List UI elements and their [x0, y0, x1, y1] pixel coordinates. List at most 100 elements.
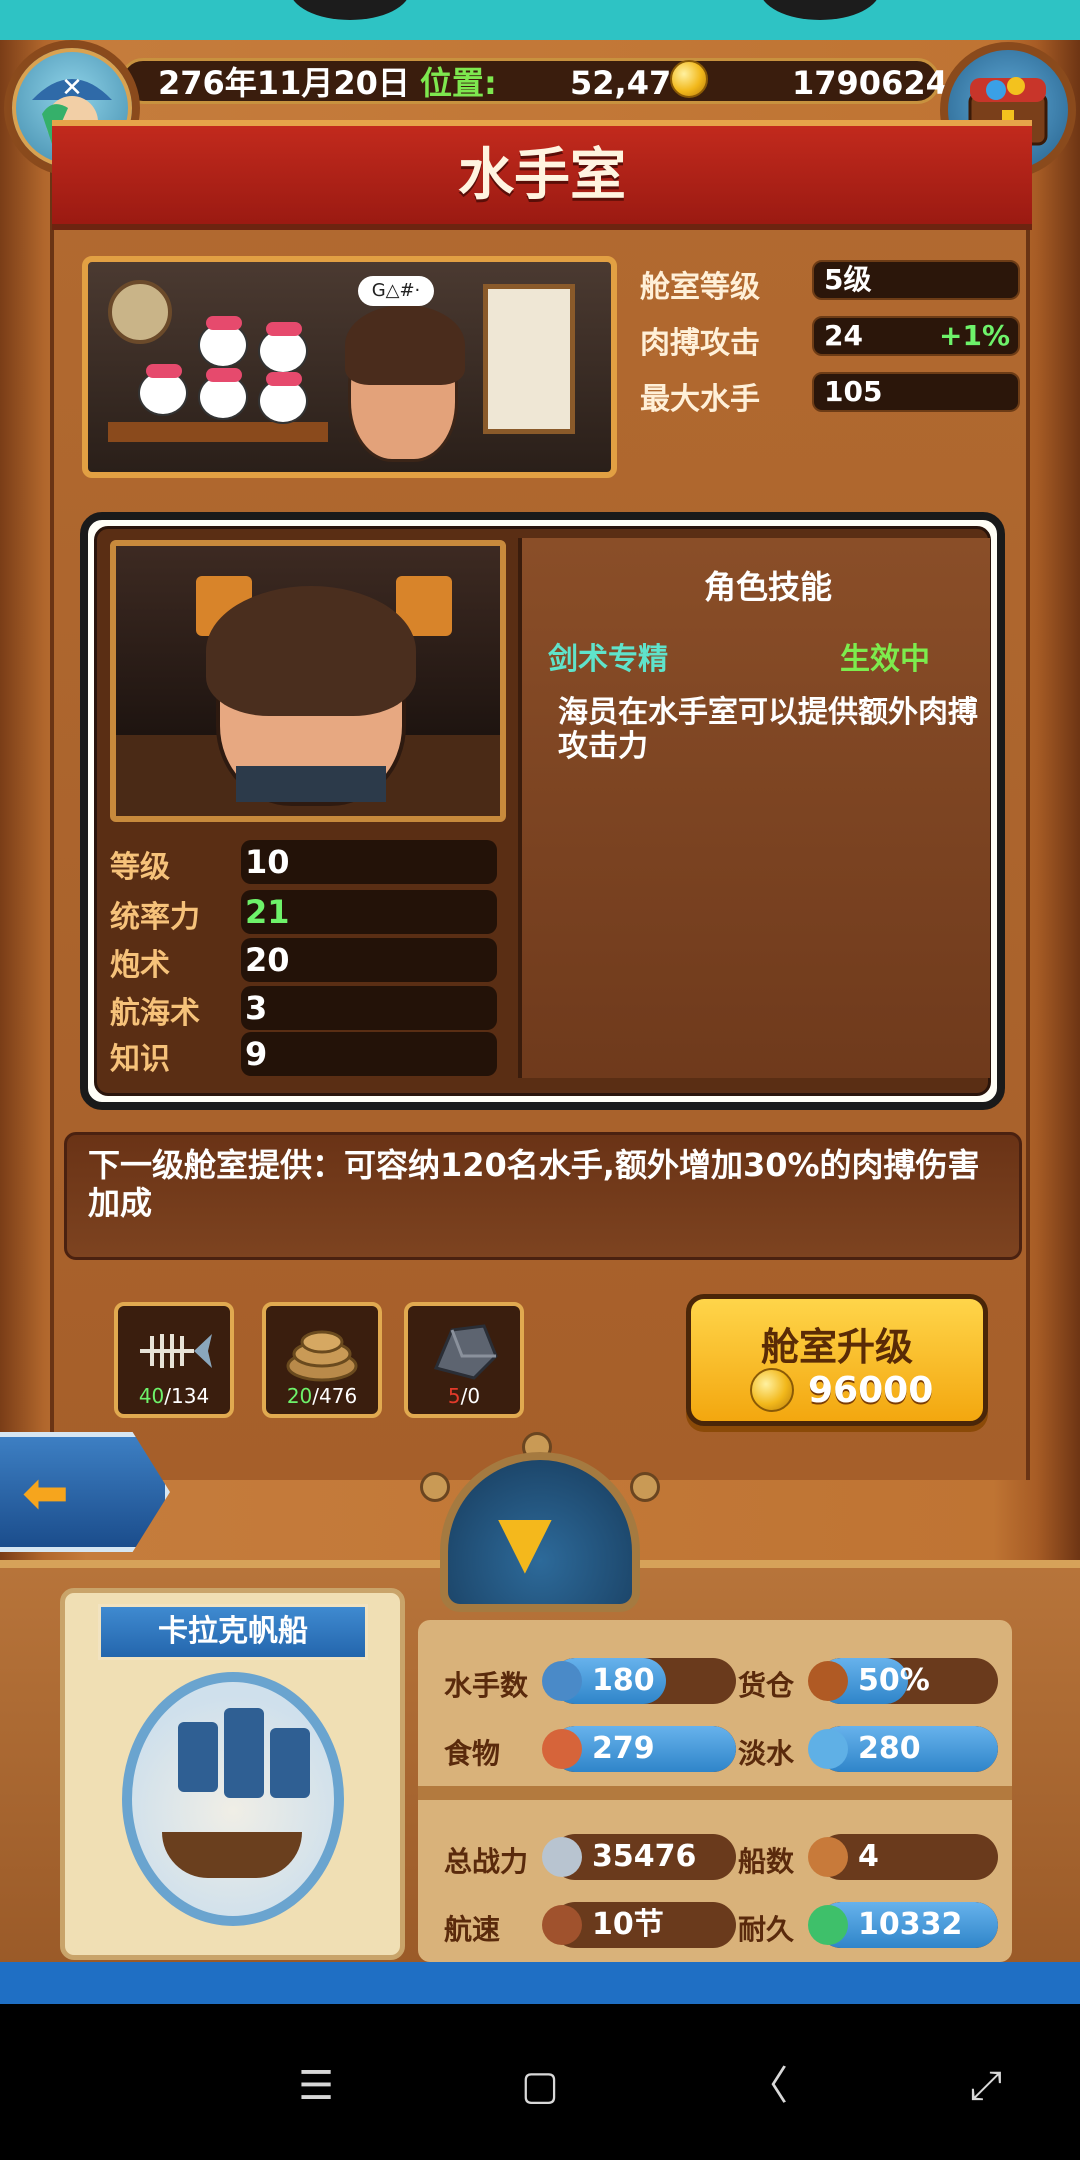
skill-description: 海员在水手室可以提供额外肉搏攻击力 — [558, 695, 978, 764]
material-slot-iron[interactable]: 5/0 — [404, 1302, 524, 1418]
attr-value-knowledge: 9 — [241, 1032, 497, 1076]
material-have: 5 — [447, 1384, 461, 1408]
melee-bonus: +1% — [939, 319, 1010, 352]
ship-stat-label-swords: 总战力 — [444, 1845, 529, 1878]
water-icon — [808, 1729, 848, 1769]
easel-icon — [483, 284, 575, 434]
home-nav-icon[interactable]: ▢ — [510, 2066, 570, 2106]
character-portrait[interactable] — [110, 540, 506, 822]
recents-nav-icon[interactable]: ⤢ — [956, 2066, 1016, 2106]
skill-status: 生效中 — [840, 642, 930, 677]
skill-name: 剑术专精 — [548, 642, 668, 677]
iron-ore-icon — [433, 1324, 498, 1380]
ship-icon — [808, 1837, 848, 1877]
ship-sail — [178, 1722, 218, 1792]
ship-name: 卡拉克帆船 — [98, 1604, 368, 1660]
attr-label-navigation: 航海术 — [110, 996, 200, 1031]
swords-icon — [542, 1837, 582, 1877]
ship-stat-label-boat: 航速 — [444, 1913, 501, 1946]
upgrade-cost: 96000 — [808, 1370, 934, 1411]
position-value: 52,47 — [570, 64, 672, 102]
sailor-hair — [206, 586, 416, 716]
gold-amount: 1790624 — [792, 64, 948, 102]
attr-label-leadership: 统率力 — [110, 900, 200, 935]
boat-icon — [542, 1905, 582, 1945]
ship-hull — [162, 1832, 302, 1878]
ship-stat-value-swords: 35476 — [592, 1839, 697, 1874]
chick-sailor — [258, 322, 308, 374]
durability-icon — [808, 1905, 848, 1945]
material-have: 20 — [286, 1384, 313, 1408]
ship-stat-value-cargo: 50% — [858, 1663, 930, 1698]
coin-icon — [670, 60, 708, 98]
next-level-text: 下一级舱室提供：可容纳120名水手,额外增加30%的肉搏伤害加成 — [88, 1146, 980, 1222]
meat-icon — [542, 1729, 582, 1769]
melee-attack-text: 24 — [824, 319, 863, 352]
room-illustration: G△#· — [82, 256, 617, 478]
material-slot-fishbone[interactable]: 40/134 — [114, 1302, 234, 1418]
attr-value-navigation: 3 — [241, 986, 497, 1030]
sailor-pants — [236, 766, 386, 802]
page-title: 水手室 — [458, 143, 626, 208]
chick-sailor — [198, 316, 248, 368]
attr-value-gunnery: 20 — [241, 938, 497, 982]
max-sailors-label: 最大水手 — [640, 382, 760, 417]
attr-label-knowledge: 知识 — [110, 1042, 170, 1077]
ship-portrait[interactable] — [122, 1672, 344, 1926]
ship-stat-label-meat: 食物 — [444, 1737, 501, 1770]
helm-knob — [420, 1472, 450, 1502]
shelf — [108, 422, 328, 442]
fishbone-icon — [140, 1334, 212, 1368]
attr-value-leadership: 21 — [241, 890, 497, 934]
clock-icon — [108, 280, 172, 344]
material-have: 40 — [138, 1384, 165, 1408]
room-level-value: 5级 — [812, 260, 1020, 300]
ship-stat-value-durability: 10332 — [858, 1907, 963, 1942]
upgrade-label: 舱室升级 — [760, 1325, 913, 1369]
helm-knob — [630, 1472, 660, 1502]
cargo-icon — [808, 1661, 848, 1701]
ship-stat-value-boat: 10节 — [592, 1907, 664, 1942]
game-date: 276年11月20日 — [158, 64, 410, 102]
ship-stat-label-durability: 耐久 — [738, 1913, 795, 1946]
room-level-label: 舱室等级 — [640, 270, 760, 305]
sailor-figure — [345, 305, 465, 462]
skill-title: 角色技能 — [703, 568, 832, 606]
back-arrow-icon: ⬅ — [22, 1461, 69, 1526]
ship-sail — [270, 1728, 310, 1798]
max-sailors-value: 105 — [812, 372, 1020, 412]
attr-value-level: 10 — [241, 840, 497, 884]
melee-attack-label: 肉搏攻击 — [640, 326, 760, 361]
rope-icon — [286, 1330, 358, 1382]
material-need: /0 — [460, 1384, 481, 1408]
menu-nav-icon[interactable]: ☰ — [286, 2066, 346, 2106]
attr-label-level: 等级 — [110, 850, 170, 885]
position-label: 位置: — [420, 64, 497, 102]
speech-bubble: G△#· — [358, 276, 434, 306]
chick-sailor — [258, 372, 308, 424]
room-level-text: 5级 — [824, 263, 872, 296]
stats-divider — [418, 1786, 1012, 1800]
back-nav-icon[interactable]: 〈 — [738, 2066, 798, 2106]
attr-label-gunnery: 炮术 — [110, 948, 170, 983]
top-sea-strip — [0, 0, 1080, 44]
material-need: /476 — [312, 1384, 358, 1408]
melee-attack-value: 24 +1% — [812, 316, 1020, 356]
ship-stat-label-cargo: 货仓 — [738, 1669, 795, 1702]
skill-panel — [518, 538, 990, 1078]
ship-stat-label-water: 淡水 — [738, 1737, 795, 1770]
sailor-icon — [542, 1661, 582, 1701]
ship-stat-value-sailor: 180 — [592, 1663, 655, 1698]
ship-sail — [224, 1708, 264, 1798]
max-sailors-text: 105 — [824, 375, 883, 408]
ship-stat-label-ship: 船数 — [738, 1845, 795, 1878]
ship-stat-value-meat: 279 — [592, 1731, 655, 1766]
chick-sailor — [198, 368, 248, 420]
ship-stat-value-ship: 4 — [858, 1839, 879, 1874]
coin-icon — [750, 1368, 794, 1412]
ship-stat-label-sailor: 水手数 — [444, 1669, 529, 1702]
ship-stat-value-water: 280 — [858, 1731, 921, 1766]
material-slot-rope[interactable]: 20/476 — [262, 1302, 382, 1418]
material-need: /134 — [164, 1384, 210, 1408]
bottom-water — [0, 1962, 1080, 2004]
